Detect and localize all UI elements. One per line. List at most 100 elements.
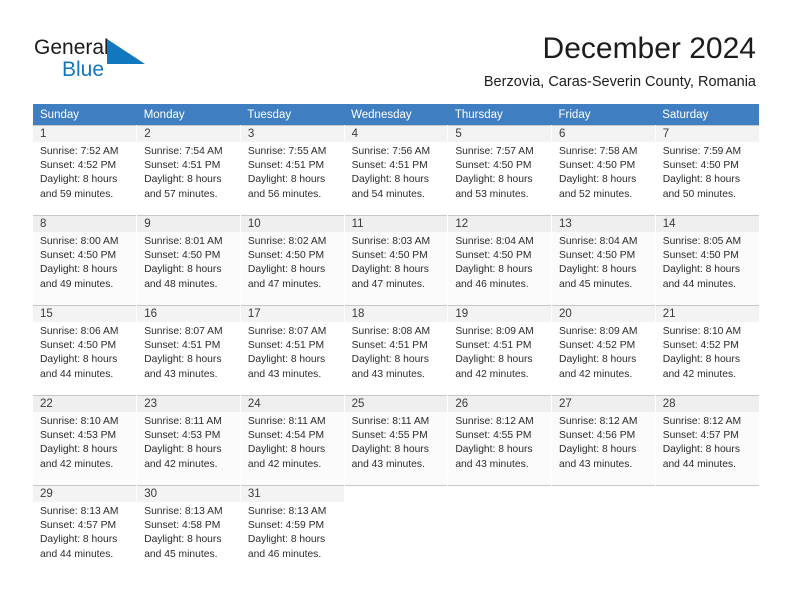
sunset-text: Sunset: 4:50 PM: [144, 250, 221, 262]
day-details: Sunrise: 7:59 AM Sunset: 4:50 PM Daylight:…: [656, 142, 759, 202]
calendar-page: General Blue December 2024 Berzovia, Car…: [0, 0, 792, 612]
daylight-text-line2: and 53 minutes.: [455, 188, 529, 200]
calendar-day-cell[interactable]: 31 Sunrise: 8:13 AM Sunset: 4:59 PM Dayligh…: [240, 485, 345, 575]
day-cell-inner: 13 Sunrise: 8:04 AM Sunset: 4:50 PM Dayligh…: [552, 215, 655, 305]
daylight-text-line2: and 43 minutes.: [559, 458, 633, 470]
day-cell-inner: 24 Sunrise: 8:11 AM Sunset: 4:54 PM Dayligh…: [240, 395, 344, 485]
daylight-text-line1: Daylight: 8 hours: [559, 174, 637, 186]
calendar-day-cell[interactable]: 21 Sunrise: 8:10 AM Sunset: 4:52 PM Dayligh…: [655, 305, 759, 395]
calendar-table: Sunday Monday Tuesday Wednesday Thursday…: [33, 104, 759, 575]
day-number: 2: [137, 126, 240, 142]
general-blue-logo[interactable]: General Blue: [34, 36, 234, 90]
calendar-day-cell[interactable]: 6 Sunrise: 7:58 AM Sunset: 4:50 PM Daylight…: [551, 125, 656, 215]
daylight-text-line1: Daylight: 8 hours: [247, 264, 326, 276]
day-details: Sunrise: 8:11 AM Sunset: 4:54 PM Daylight:…: [241, 412, 344, 472]
calendar-day-cell[interactable]: 29 Sunrise: 8:13 AM Sunset: 4:57 PM Dayligh…: [33, 485, 138, 575]
sunset-text: Sunset: 4:57 PM: [662, 430, 739, 442]
calendar-day-cell[interactable]: 8 Sunrise: 8:00 AM Sunset: 4:50 PM Daylight…: [33, 215, 138, 305]
calendar-day-cell[interactable]: 16 Sunrise: 8:07 AM Sunset: 4:51 PM Dayligh…: [136, 305, 241, 395]
sunset-text: Sunset: 4:51 PM: [247, 340, 325, 352]
sunrise-text: Sunrise: 7:57 AM: [455, 146, 534, 157]
calendar-day-cell[interactable]: 20 Sunrise: 8:09 AM Sunset: 4:52 PM Dayligh…: [551, 305, 656, 395]
calendar-day-cell[interactable]: 2 Sunrise: 7:54 AM Sunset: 4:51 PM Daylight…: [136, 125, 241, 215]
calendar-day-cell[interactable]: 11 Sunrise: 8:03 AM Sunset: 4:50 PM Dayligh…: [344, 215, 449, 305]
daylight-text-line1: Daylight: 8 hours: [351, 444, 429, 456]
daylight-text-line1: Daylight: 8 hours: [40, 174, 118, 186]
day-details: Sunrise: 7:56 AM Sunset: 4:51 PM Daylight:…: [345, 142, 448, 202]
day-details: Sunrise: 8:01 AM Sunset: 4:50 PM Daylight:…: [137, 232, 240, 292]
day-cell-inner: 31 Sunrise: 8:13 AM Sunset: 4:59 PM Dayligh…: [240, 485, 344, 575]
calendar-day-cell[interactable]: 10 Sunrise: 8:02 AM Sunset: 4:50 PM Dayligh…: [240, 215, 345, 305]
day-details: Sunrise: 8:04 AM Sunset: 4:50 PM Daylight:…: [448, 232, 551, 292]
sunset-text: Sunset: 4:51 PM: [351, 160, 428, 172]
calendar-day-cell[interactable]: 17 Sunrise: 8:07 AM Sunset: 4:51 PM Dayligh…: [240, 305, 345, 395]
day-number: 24: [240, 396, 344, 412]
day-number: [656, 486, 759, 502]
calendar-day-cell[interactable]: 1 Sunrise: 7:52 AM Sunset: 4:52 PM Daylight…: [33, 125, 138, 215]
daylight-text-line1: Daylight: 8 hours: [247, 174, 326, 186]
day-number: 8: [33, 216, 137, 232]
sunset-text: Sunset: 4:57 PM: [40, 520, 117, 532]
sunrise-text: Sunrise: 8:05 AM: [662, 236, 742, 247]
sunrise-text: Sunrise: 8:10 AM: [662, 326, 742, 337]
day-cell-inner: [655, 485, 759, 575]
day-number: 12: [448, 216, 552, 232]
daylight-text-line2: and 46 minutes.: [455, 278, 529, 290]
calendar-day-cell[interactable]: 22 Sunrise: 8:10 AM Sunset: 4:53 PM Dayligh…: [33, 395, 138, 485]
calendar-day-cell[interactable]: 9 Sunrise: 8:01 AM Sunset: 4:50 PM Daylight…: [136, 215, 241, 305]
sunset-text: Sunset: 4:52 PM: [559, 340, 636, 352]
calendar-day-cell[interactable]: 13 Sunrise: 8:04 AM Sunset: 4:50 PM Dayligh…: [551, 215, 656, 305]
weekday-header-tuesday: Tuesday: [240, 104, 345, 125]
daylight-text-line2: and 56 minutes.: [247, 188, 322, 200]
sunset-text: Sunset: 4:50 PM: [351, 250, 428, 262]
day-cell-inner: 1 Sunrise: 7:52 AM Sunset: 4:52 PM Daylight…: [33, 125, 137, 215]
calendar-day-cell[interactable]: 27 Sunrise: 8:12 AM Sunset: 4:56 PM Dayligh…: [551, 395, 656, 485]
day-cell-inner: [344, 485, 448, 575]
calendar-day-cell[interactable]: 28 Sunrise: 8:12 AM Sunset: 4:57 PM Dayligh…: [655, 395, 759, 485]
sunrise-text: Sunrise: 7:52 AM: [40, 146, 119, 157]
calendar-day-cell[interactable]: 23 Sunrise: 8:11 AM Sunset: 4:53 PM Dayligh…: [136, 395, 241, 485]
day-cell-inner: 29 Sunrise: 8:13 AM Sunset: 4:57 PM Dayligh…: [33, 485, 137, 575]
weekday-header-thursday: Thursday: [447, 104, 552, 125]
calendar-day-cell[interactable]: 12 Sunrise: 8:04 AM Sunset: 4:50 PM Dayligh…: [447, 215, 553, 305]
weekday-header-sunday: Sunday: [33, 104, 137, 125]
calendar-day-cell[interactable]: 7 Sunrise: 7:59 AM Sunset: 4:50 PM Daylight…: [655, 125, 759, 215]
calendar-day-cell[interactable]: 30 Sunrise: 8:13 AM Sunset: 4:58 PM Dayligh…: [136, 485, 241, 575]
day-details: Sunrise: 8:13 AM Sunset: 4:59 PM Daylight:…: [241, 502, 344, 562]
day-details: Sunrise: 8:02 AM Sunset: 4:50 PM Daylight:…: [241, 232, 344, 292]
daylight-text-line1: Daylight: 8 hours: [40, 264, 118, 276]
calendar-day-cell[interactable]: 3 Sunrise: 7:55 AM Sunset: 4:51 PM Daylight…: [240, 125, 345, 215]
calendar-week-row: 8 Sunrise: 8:00 AM Sunset: 4:50 PM Daylight…: [33, 215, 759, 305]
day-number: 7: [655, 126, 759, 142]
calendar-day-cell[interactable]: 5 Sunrise: 7:57 AM Sunset: 4:50 PM Daylight…: [447, 125, 553, 215]
calendar-day-cell[interactable]: 19 Sunrise: 8:09 AM Sunset: 4:51 PM Dayligh…: [447, 305, 553, 395]
sunset-text: Sunset: 4:50 PM: [662, 250, 739, 262]
day-number: 11: [344, 216, 448, 232]
title-block: December 2024 Berzovia, Caras-Severin Co…: [484, 30, 756, 92]
day-details: Sunrise: 8:12 AM Sunset: 4:57 PM Daylight:…: [656, 412, 759, 472]
daylight-text-line2: and 43 minutes.: [144, 368, 218, 380]
sunset-text: Sunset: 4:51 PM: [247, 160, 325, 172]
calendar-day-cell[interactable]: 15 Sunrise: 8:06 AM Sunset: 4:50 PM Dayligh…: [33, 305, 138, 395]
day-cell-inner: 23 Sunrise: 8:11 AM Sunset: 4:53 PM Dayligh…: [137, 395, 240, 485]
daylight-text-line2: and 46 minutes.: [247, 548, 322, 560]
calendar-day-cell[interactable]: 14 Sunrise: 8:05 AM Sunset: 4:50 PM Dayligh…: [655, 215, 759, 305]
sunset-text: Sunset: 4:51 PM: [351, 340, 428, 352]
sunset-text: Sunset: 4:56 PM: [559, 430, 636, 442]
sunrise-text: Sunrise: 8:11 AM: [247, 416, 326, 427]
sunrise-text: Sunrise: 8:04 AM: [559, 236, 638, 247]
day-details: Sunrise: 8:13 AM Sunset: 4:58 PM Daylight:…: [137, 502, 240, 562]
daylight-text-line2: and 47 minutes.: [351, 278, 425, 290]
calendar-day-cell[interactable]: 18 Sunrise: 8:08 AM Sunset: 4:51 PM Dayligh…: [344, 305, 449, 395]
sunset-text: Sunset: 4:51 PM: [144, 340, 221, 352]
sunrise-text: Sunrise: 8:13 AM: [40, 506, 119, 517]
calendar-day-cell[interactable]: 25 Sunrise: 8:11 AM Sunset: 4:55 PM Dayligh…: [344, 395, 449, 485]
calendar-day-cell[interactable]: 4 Sunrise: 7:56 AM Sunset: 4:51 PM Daylight…: [344, 125, 449, 215]
day-number: 6: [552, 126, 655, 142]
sunset-text: Sunset: 4:50 PM: [40, 340, 117, 352]
calendar-day-cell[interactable]: 24 Sunrise: 8:11 AM Sunset: 4:54 PM Dayligh…: [240, 395, 345, 485]
day-details: Sunrise: 8:09 AM Sunset: 4:52 PM Daylight:…: [552, 322, 655, 382]
calendar-day-cell[interactable]: 26 Sunrise: 8:12 AM Sunset: 4:55 PM Dayligh…: [447, 395, 553, 485]
day-cell-inner: 2 Sunrise: 7:54 AM Sunset: 4:51 PM Daylight…: [137, 125, 240, 215]
daylight-text-line2: and 44 minutes.: [662, 278, 736, 290]
